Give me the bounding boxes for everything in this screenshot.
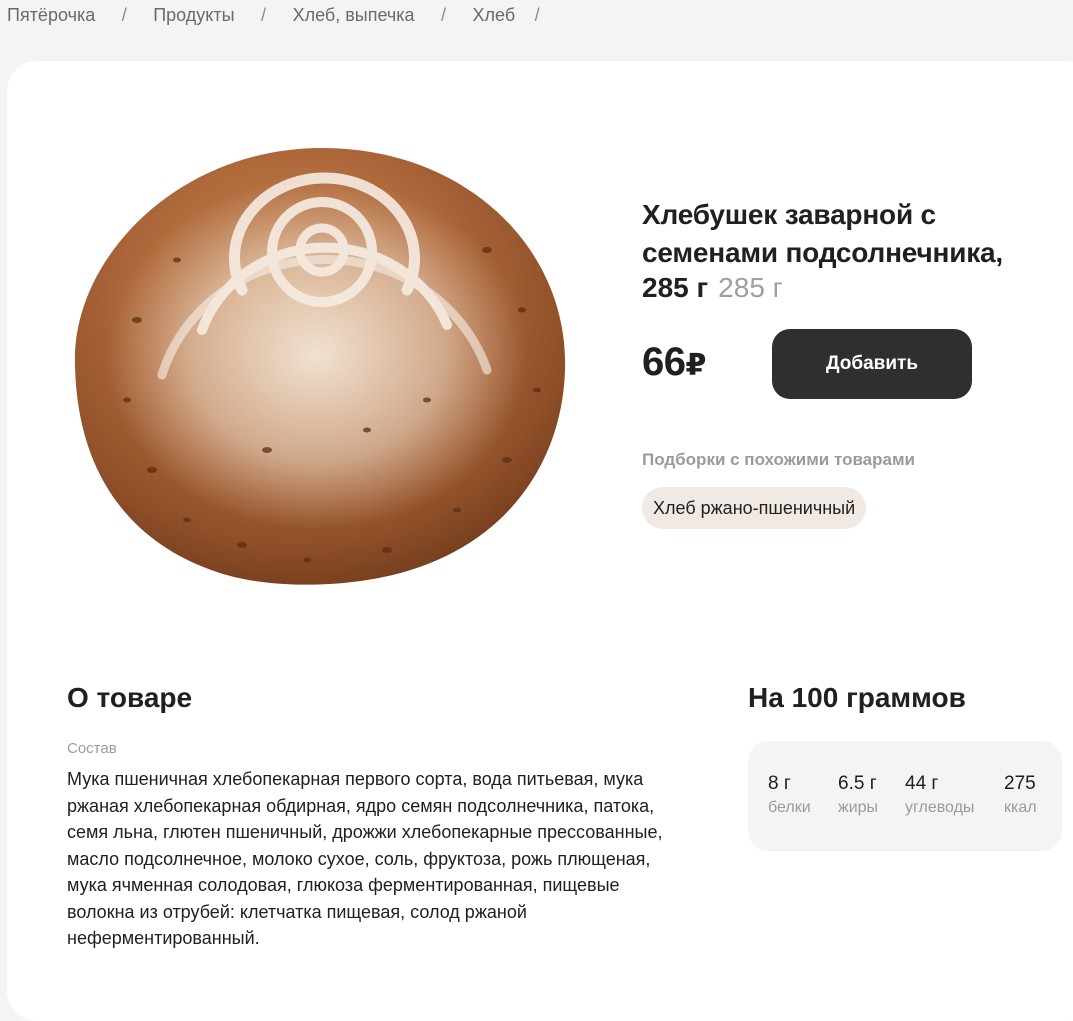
nutrition-fat: 6.5 г жиры [838, 773, 878, 818]
breadcrumb-item-bread-bakery[interactable]: Хлеб, выпечка [293, 5, 415, 26]
similar-collections-title: Подборки с похожими товарами [642, 450, 916, 469]
nutrition-value: 44 г [905, 773, 939, 794]
breadcrumb-separator: / [534, 4, 540, 25]
price-currency: ₽ [685, 349, 707, 382]
composition-label: Состав [67, 740, 117, 757]
nutrition-value: 275 [1004, 773, 1036, 794]
nutrition-label: жиры [838, 799, 879, 816]
similar-collection-chip[interactable]: Хлеб ржано-пшеничный [642, 487, 867, 529]
breadcrumb-separator: / [441, 4, 447, 25]
price-value: 66 [642, 340, 686, 384]
nutrition-label: ккал [1004, 799, 1037, 816]
composition-text: Мука пшеничная хлебопекарная первого сор… [67, 769, 663, 948]
nutrition-kcal: 275 ккал [1004, 773, 1037, 818]
nutrition-value: 6.5 г [838, 773, 877, 794]
breadcrumb-item-bread[interactable]: Хлеб [473, 5, 516, 26]
nutrition-value: 8 г [768, 773, 791, 794]
breadcrumb-separator: / [121, 4, 127, 25]
nutrition-protein: 8 г белки [768, 773, 811, 818]
about-title: О товаре [67, 682, 193, 713]
product-weight-row: 285 г 285 г [642, 272, 783, 308]
breadcrumb: Пятёрочка / Продукты / Хлеб, выпечка / Х… [7, 4, 559, 26]
product-weight-secondary: 285 г [718, 272, 783, 303]
nutrition-carbs: 44 г углеводы [905, 773, 974, 818]
breadcrumb-item-products[interactable]: Продукты [153, 5, 234, 26]
product-weight: 285 г [642, 272, 709, 303]
product-title: Хлебушек заварной с семенами подсолнечни… [642, 199, 1003, 268]
nutrition-label: углеводы [905, 799, 975, 816]
nutrition-title: На 100 граммов [748, 682, 966, 713]
product-image [74, 148, 566, 585]
breadcrumb-item-pyaterochka[interactable]: Пятёрочка [7, 5, 95, 26]
breadcrumb-separator: / [261, 4, 267, 25]
add-to-cart-button[interactable]: Добавить [772, 329, 972, 399]
product-price: 66₽ [642, 338, 706, 390]
nutrition-label: белки [768, 799, 811, 816]
nutrition-panel: 8 г белки 6.5 г жиры 44 г углеводы 275 к… [748, 741, 1062, 851]
